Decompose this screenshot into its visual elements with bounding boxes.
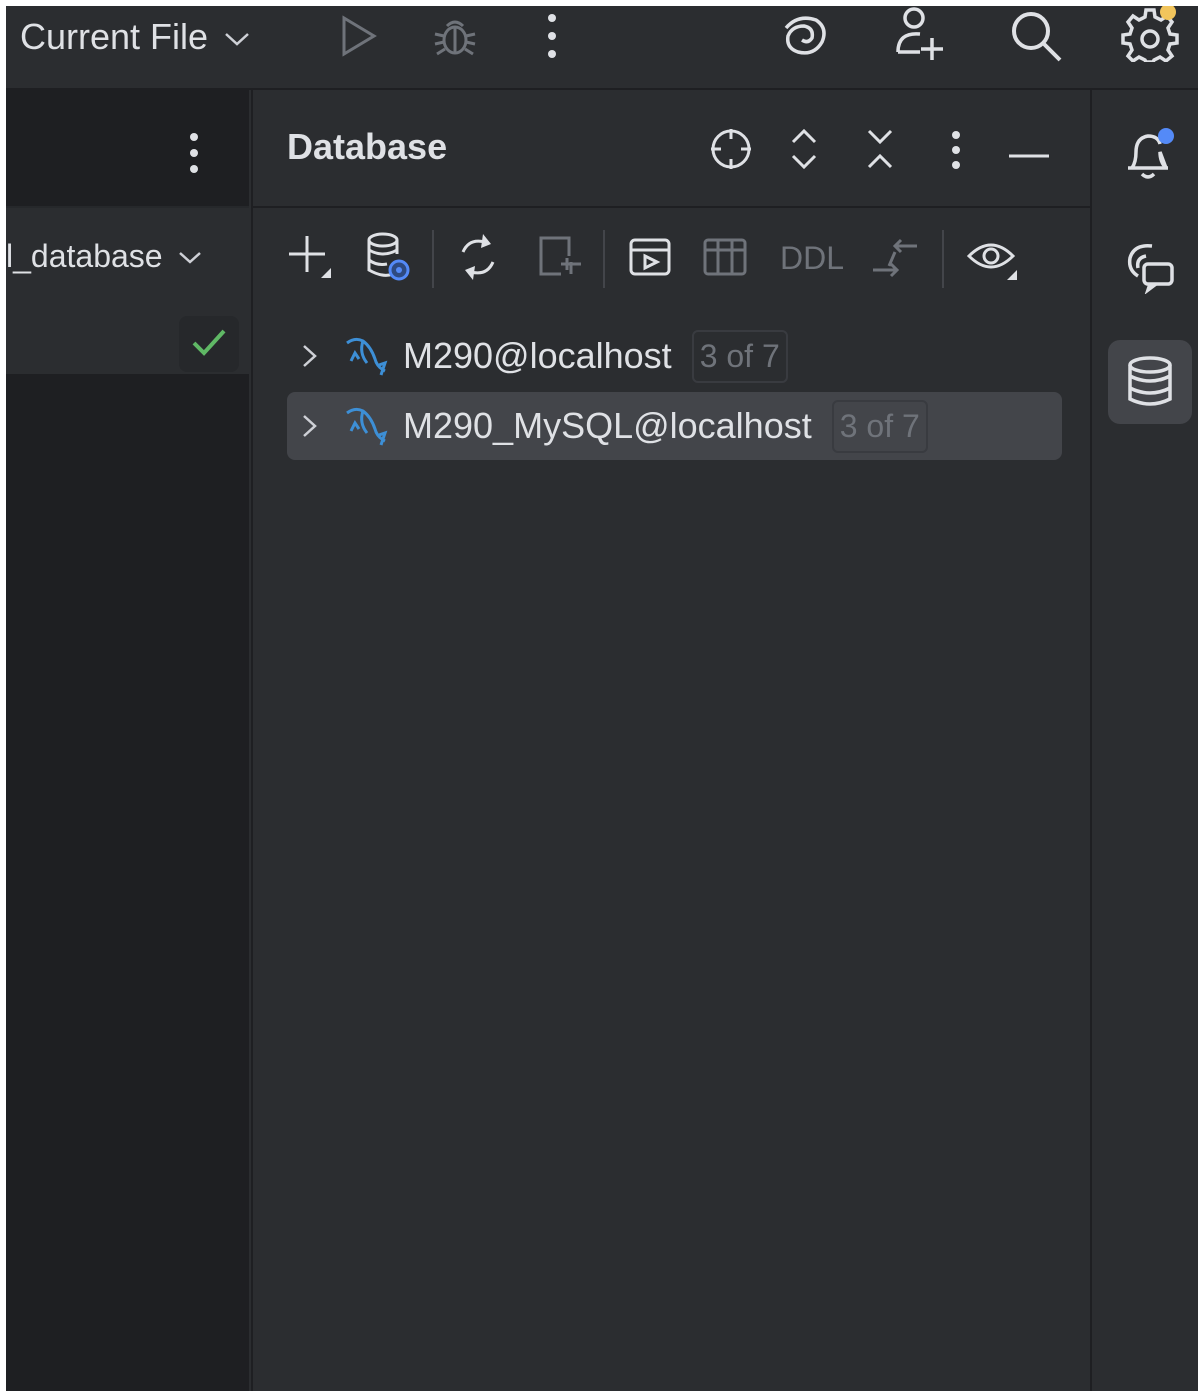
compare-icon[interactable] bbox=[871, 230, 921, 291]
toolbar-separator bbox=[942, 230, 944, 288]
more-vertical-icon[interactable] bbox=[184, 128, 204, 178]
schema-count-badge[interactable]: 3 of 7 bbox=[691, 329, 788, 383]
view-options-icon[interactable] bbox=[965, 230, 1021, 291]
chevron-right-icon[interactable] bbox=[287, 412, 333, 440]
ide-window: Current File l_database Database DDL M29… bbox=[6, 6, 1198, 1391]
more-vertical-icon[interactable] bbox=[951, 130, 961, 175]
search-icon[interactable] bbox=[1008, 8, 1064, 64]
connection-status-badge bbox=[179, 316, 239, 372]
notifications-bell-icon[interactable] bbox=[1108, 112, 1192, 196]
run-configuration-selector[interactable]: Current File bbox=[20, 12, 252, 62]
schema-selector[interactable]: l_database bbox=[6, 206, 249, 308]
refresh-icon[interactable] bbox=[453, 230, 503, 291]
database-panel-header: Database bbox=[253, 90, 1090, 208]
left-panel-header bbox=[6, 90, 249, 206]
table-icon[interactable] bbox=[701, 230, 749, 291]
database-tool-window: Database DDL M290@localhost 3 of 7 M290_… bbox=[251, 90, 1090, 1391]
database-toolbar: DDL bbox=[253, 208, 1090, 308]
connection-tree: M290@localhost 3 of 7 M290_MySQL@localho… bbox=[287, 322, 1062, 462]
ddl-label[interactable]: DDL bbox=[780, 240, 844, 277]
connection-name: M290@localhost bbox=[403, 335, 672, 376]
data-source-properties-icon[interactable] bbox=[363, 230, 413, 291]
debug-icon[interactable] bbox=[430, 10, 480, 62]
ai-assistant-spiral-icon[interactable] bbox=[776, 10, 830, 62]
panel-title: Database bbox=[287, 126, 448, 167]
main-toolbar: Current File bbox=[6, 6, 1198, 90]
settings-gear-icon[interactable] bbox=[1120, 6, 1180, 62]
run-icon[interactable] bbox=[336, 10, 380, 62]
collapse-all-icon[interactable] bbox=[865, 126, 895, 177]
run-config-label: Current File bbox=[20, 16, 209, 57]
chevron-down-icon bbox=[222, 16, 252, 58]
add-user-icon[interactable] bbox=[892, 6, 948, 64]
tree-row-connection[interactable]: M290@localhost 3 of 7 bbox=[287, 322, 1062, 390]
schema-count-badge[interactable]: 3 of 7 bbox=[831, 399, 928, 453]
jump-to-query-console-icon[interactable] bbox=[627, 230, 675, 291]
locate-target-icon[interactable] bbox=[708, 126, 754, 177]
ai-chat-icon[interactable] bbox=[1108, 224, 1192, 308]
more-vertical-icon[interactable] bbox=[542, 10, 562, 62]
left-tool-window: l_database bbox=[6, 90, 249, 1391]
minimize-icon[interactable] bbox=[1009, 146, 1049, 164]
schema-label: l_database bbox=[6, 238, 163, 274]
chevron-down-icon bbox=[177, 238, 203, 275]
check-icon bbox=[191, 327, 227, 362]
add-icon[interactable] bbox=[287, 230, 337, 291]
disconnect-icon[interactable] bbox=[535, 230, 585, 291]
mysql-dolphin-icon bbox=[333, 335, 397, 377]
expand-all-icon[interactable] bbox=[789, 126, 819, 177]
chevron-right-icon[interactable] bbox=[287, 342, 333, 370]
tree-row-connection[interactable]: M290_MySQL@localhost 3 of 7 bbox=[287, 392, 1062, 460]
toolbar-separator bbox=[432, 230, 434, 288]
database-icon[interactable] bbox=[1108, 340, 1192, 424]
connection-status-row bbox=[6, 308, 249, 374]
mysql-dolphin-icon bbox=[333, 405, 397, 447]
right-tool-strip bbox=[1090, 90, 1198, 1391]
toolbar-separator bbox=[603, 230, 605, 288]
connection-name: M290_MySQL@localhost bbox=[403, 405, 812, 446]
